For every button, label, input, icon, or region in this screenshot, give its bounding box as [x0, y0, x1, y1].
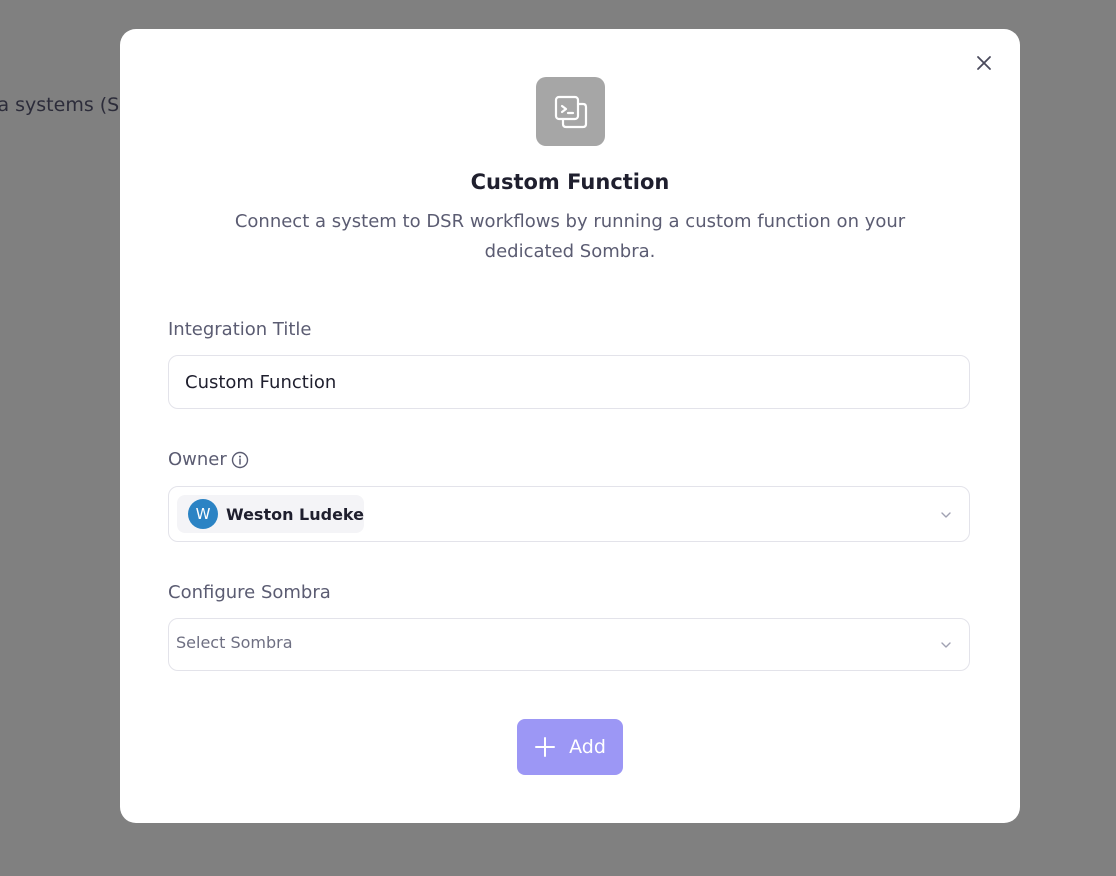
owner-chip[interactable]: W Weston Ludeke	[177, 495, 364, 533]
dialog-description: Connect a system to DSR workflows by run…	[234, 211, 906, 262]
info-icon[interactable]	[231, 451, 249, 469]
terminal-icon	[554, 95, 587, 128]
close-button[interactable]	[972, 51, 996, 75]
integration-title-label-text: Integration Title	[168, 319, 312, 340]
integration-title-input[interactable]	[185, 356, 945, 408]
configure-sombra-label: Configure Sombra	[168, 582, 331, 603]
background-page-text: ta systems (S	[0, 94, 120, 116]
avatar: W	[188, 499, 218, 529]
configure-sombra-label-text: Configure Sombra	[168, 582, 331, 603]
sombra-select-placeholder: Select Sombra	[176, 633, 293, 652]
owner-label-text: Owner	[168, 449, 227, 470]
chevron-down-icon	[941, 642, 951, 648]
dialog-title: Custom Function	[470, 170, 670, 194]
add-button-label: Add	[569, 736, 606, 758]
chevron-down-icon	[941, 512, 951, 518]
owner-label: Owner	[168, 449, 249, 470]
custom-function-dialog: Custom Function Connect a system to DSR …	[120, 29, 1020, 823]
owner-name: Weston Ludeke	[225, 504, 364, 524]
integration-title-field	[168, 355, 970, 409]
owner-select[interactable]: W Weston Ludeke	[168, 486, 970, 542]
add-button[interactable]: Add	[517, 719, 623, 775]
plus-icon	[535, 737, 556, 757]
integration-icon-tile	[536, 77, 605, 146]
close-icon	[977, 56, 991, 70]
integration-title-label: Integration Title	[168, 319, 311, 340]
sombra-select[interactable]: Select Sombra	[168, 618, 970, 671]
